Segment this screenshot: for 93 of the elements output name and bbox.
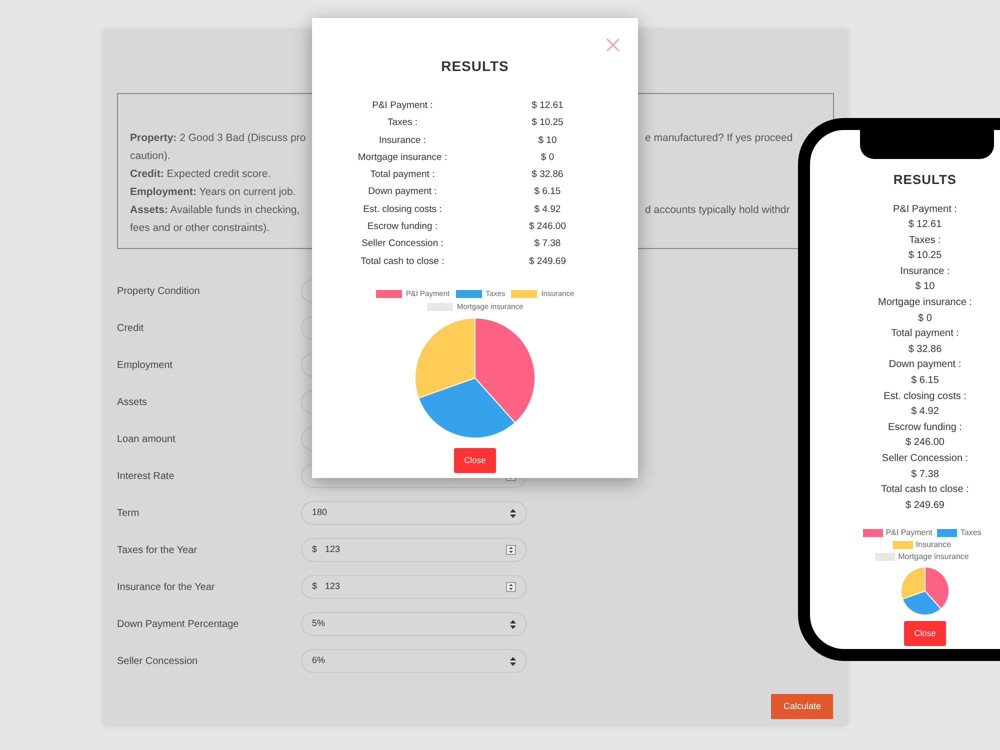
field-label: Credit (117, 322, 145, 336)
result-value: $ 32.86 (530, 168, 564, 182)
field-value: 123 (325, 580, 342, 594)
result-value: $ 10.25 (907, 249, 943, 264)
results-title: RESULTS (440, 57, 510, 76)
result-value: $ 0 (540, 150, 556, 165)
calculate-button[interactable]: Calculate (771, 694, 833, 719)
field-label: Interest Rate (117, 470, 176, 484)
field-label: Seller Concession (117, 654, 199, 668)
spinner-icon[interactable] (506, 545, 516, 555)
result-value: $ 4.92 (533, 202, 562, 217)
select-field[interactable]: 5% (301, 612, 527, 636)
result-value: $ 10 (914, 280, 936, 294)
number-field[interactable]: $ 123 (301, 575, 527, 599)
result-label: P&I Payment : (371, 99, 434, 113)
result-value: $ 4.92 (910, 405, 940, 420)
result-value: $ 7.38 (533, 237, 562, 252)
legend-swatch (511, 290, 538, 298)
field-value: 5% (312, 617, 326, 630)
result-value: $ 12.61 (530, 99, 564, 113)
result-label: Total payment : (369, 168, 436, 182)
field-label: Insurance for the Year (117, 580, 216, 594)
info-text: d accounts typically hold withdr (645, 203, 790, 218)
legend-swatch (937, 529, 958, 538)
field-label: Down Payment Percentage (117, 618, 240, 632)
result-label: Total payment : (890, 327, 960, 342)
field-label: Property Condition (117, 284, 201, 298)
result-value: $ 6.15 (533, 185, 562, 200)
legend-swatch (456, 290, 482, 298)
info-text: fees and or other constraints). (130, 221, 270, 236)
sort-icon (510, 656, 516, 666)
result-value: $ 10 (537, 134, 558, 148)
result-label: Insurance : (378, 134, 427, 148)
field-label: Taxes for the Year (117, 544, 198, 558)
info-text: Employment: Years on current job. (130, 185, 296, 200)
result-value: $ 10.25 (530, 116, 564, 130)
result-label: Taxes : (386, 116, 419, 130)
info-text: e manufactured? If yes proceed (645, 131, 793, 146)
info-text: Credit: Expected credit score. (130, 167, 271, 182)
result-label: Escrow funding : (366, 220, 439, 234)
result-value: $ 32.86 (907, 342, 943, 357)
result-label: Down payment : (367, 185, 438, 200)
legend-swatch (875, 553, 896, 562)
field-value: 6% (312, 654, 326, 668)
result-value: $ 246.00 (528, 220, 567, 234)
legend-swatch (892, 541, 913, 550)
result-label: Mortgage insurance : (356, 150, 448, 165)
result-value: $ 7.38 (910, 468, 940, 482)
currency-sign: $ (312, 543, 318, 556)
result-label: Down payment : (888, 358, 962, 372)
legend-swatch (426, 302, 453, 311)
legend-swatch (862, 529, 883, 538)
legend-label: Mortgage insurance (898, 551, 969, 564)
result-label: Total cash to close : (360, 254, 446, 269)
result-label: Total cash to close : (880, 483, 970, 498)
result-value: $ 12.61 (907, 218, 943, 232)
field-value: 180 (312, 506, 328, 520)
result-value: $ 249.69 (528, 254, 567, 269)
sort-icon (510, 508, 516, 518)
result-label: Est. closing costs : (362, 202, 443, 217)
result-label: Seller Concession : (880, 452, 970, 466)
close-button[interactable]: Close (454, 448, 496, 474)
number-field[interactable]: $ 123 (301, 538, 527, 562)
result-value: $ 249.69 (904, 498, 946, 513)
field-label: Loan amount (117, 432, 176, 446)
field-value: 123 (325, 543, 342, 556)
select-field[interactable]: 180 (301, 501, 527, 525)
result-label: Est. closing costs : (882, 390, 968, 404)
result-label: Taxes : (908, 234, 942, 248)
info-text: Assets: Available funds in checking, (130, 203, 300, 218)
result-label: Mortgage insurance : (877, 296, 973, 310)
legend-label: Taxes (960, 527, 982, 540)
info-text: Property: 2 Good 3 Bad (Discuss pro (130, 131, 306, 146)
result-label: Escrow funding : (887, 420, 963, 435)
currency-sign: $ (312, 580, 318, 594)
close-button[interactable]: Close (904, 621, 946, 646)
field-label: Employment (117, 358, 174, 372)
result-label: P&I Payment : (892, 202, 958, 216)
field-label: Term (117, 506, 140, 520)
results-title: RESULTS (892, 171, 958, 189)
spinner-icon[interactable] (506, 582, 516, 592)
legend-label: P&I Payment (886, 527, 932, 540)
legend-swatch (376, 290, 402, 298)
result-value: $ 0 (917, 312, 933, 326)
result-label: Seller Concession : (360, 237, 444, 252)
result-label: Insurance : (899, 264, 951, 279)
field-label: Assets (117, 396, 148, 410)
select-field[interactable]: 6% (301, 649, 527, 673)
result-value: $ 6.15 (910, 374, 940, 388)
result-value: $ 246.00 (904, 436, 946, 450)
info-text: caution). (130, 149, 170, 164)
legend-label: Insurance (916, 539, 952, 552)
sort-icon (510, 620, 516, 628)
